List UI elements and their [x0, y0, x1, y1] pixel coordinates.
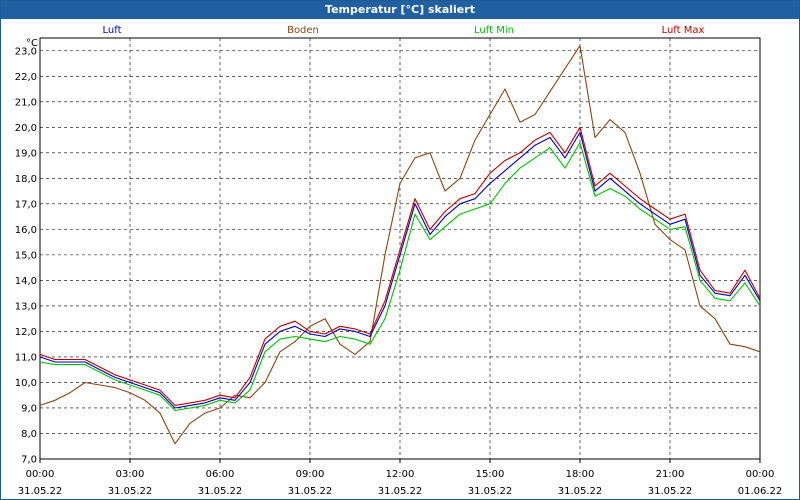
y-tick-label: 7,0 [21, 455, 37, 466]
y-tick-label: 10,0 [15, 378, 37, 389]
y-tick-label: 21,0 [15, 97, 37, 108]
x-tick-time-label: 00:00 [746, 469, 775, 480]
x-tick-time-label: 12:00 [386, 469, 415, 480]
y-tick-label: 19,0 [15, 148, 37, 159]
y-tick-label: 8,0 [21, 429, 37, 440]
x-tick-date-label: 31.05.22 [558, 486, 603, 497]
y-tick-label: 9,0 [21, 403, 37, 414]
x-tick-date-label: 31.05.22 [468, 486, 513, 497]
x-tick-date-label: 31.05.22 [18, 486, 63, 497]
y-tick-label: 11,0 [15, 352, 37, 363]
x-tick-time-label: 18:00 [566, 469, 595, 480]
x-tick-time-label: 06:00 [206, 469, 235, 480]
x-tick-date-label: 01.06.22 [738, 486, 783, 497]
y-tick-label: 14,0 [15, 276, 37, 287]
y-tick-label: 13,0 [15, 301, 37, 312]
legend-item-luft: Luft [103, 25, 122, 36]
legend-item-luft-min: Luft Min [474, 25, 514, 36]
x-tick-time-label: 03:00 [116, 469, 145, 480]
temperature-chart: 7,0 8,0 9,0 10,0 11,0 12,0 13,0 14,0 15,0 16,0 17,… [15, 25, 783, 497]
x-tick-date-label: 31.05.22 [198, 486, 243, 497]
y-tick-label: 16,0 [15, 225, 37, 236]
x-tick-date-label: 31.05.22 [648, 486, 693, 497]
y-tick-label: 22,0 [15, 72, 37, 83]
x-tick-time-label: 21:00 [656, 469, 685, 480]
y-tick-label: 12,0 [15, 327, 37, 338]
y-tick-label: 15,0 [15, 250, 37, 261]
x-tick-date-label: 31.05.22 [288, 486, 333, 497]
y-tick-label: 18,0 [15, 174, 37, 185]
x-tick-time-label: 15:00 [476, 469, 505, 480]
x-tick-time-label: 09:00 [296, 469, 325, 480]
legend-item-luft-max: Luft Max [662, 25, 705, 36]
y-tick-label: 17,0 [15, 199, 37, 210]
x-tick-time-label: 00:00 [26, 469, 55, 480]
y-tick-label: 20,0 [15, 123, 37, 134]
x-tick-date-label: 31.05.22 [108, 486, 153, 497]
x-tick-date-label: 31.05.22 [378, 486, 423, 497]
legend-item-boden: Boden [287, 25, 319, 36]
y-axis-label: °C [26, 38, 38, 49]
